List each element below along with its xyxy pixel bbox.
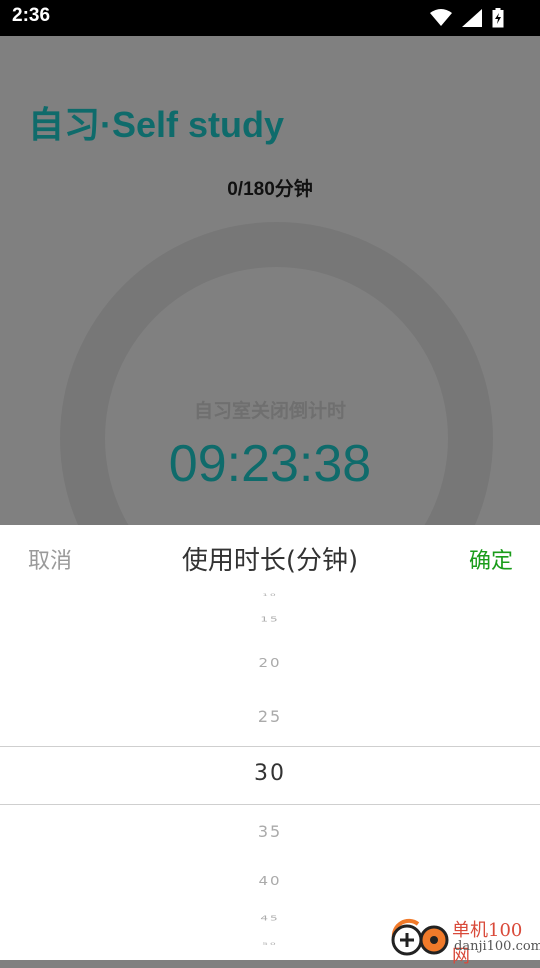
wheel-option[interactable]: 10 [0,593,540,597]
duration-picker-sheet: 取消 使用时长(分钟) 确定 10 15 20 25 30 35 40 45 5… [0,525,540,960]
status-time: 2:36 [12,5,51,26]
watermark-logo-icon [391,918,449,956]
app-background: 自习·Self study 0/180分钟 自习室关闭倒计时 09:23:38 [0,36,540,655]
watermark-url: danji100.com [454,939,540,954]
selection-top-divider [0,746,540,747]
wifi-icon [430,9,452,31]
picker-header: 取消 使用时长(分钟) 确定 [0,525,540,591]
watermark: 单机100网 danji100.com [388,908,540,967]
duration-wheel[interactable]: 10 15 20 25 30 35 40 45 50 [0,591,540,960]
study-progress: 0/180分钟 [227,179,313,200]
wheel-option[interactable]: 15 [0,615,540,623]
confirm-button[interactable]: 确定 [469,543,513,575]
countdown-label: 自习室关闭倒计时 [193,400,346,422]
status-bar: 2:36 [0,0,540,36]
countdown-time: 09:23:38 [168,435,372,493]
status-icons [430,8,504,32]
page-title: 自习·Self study [28,104,285,145]
wheel-option[interactable]: 20 [0,655,540,670]
wheel-option[interactable]: 35 [0,822,540,841]
battery-charging-icon [492,8,504,32]
wheel-option-selected[interactable]: 30 [0,761,540,786]
wheel-option[interactable]: 40 [0,873,540,888]
wheel-option[interactable]: 25 [0,707,540,726]
cancel-button[interactable]: 取消 [28,543,72,575]
cell-signal-icon [462,9,482,31]
picker-title: 使用时长(分钟) [181,546,359,576]
selection-bottom-divider [0,804,540,805]
